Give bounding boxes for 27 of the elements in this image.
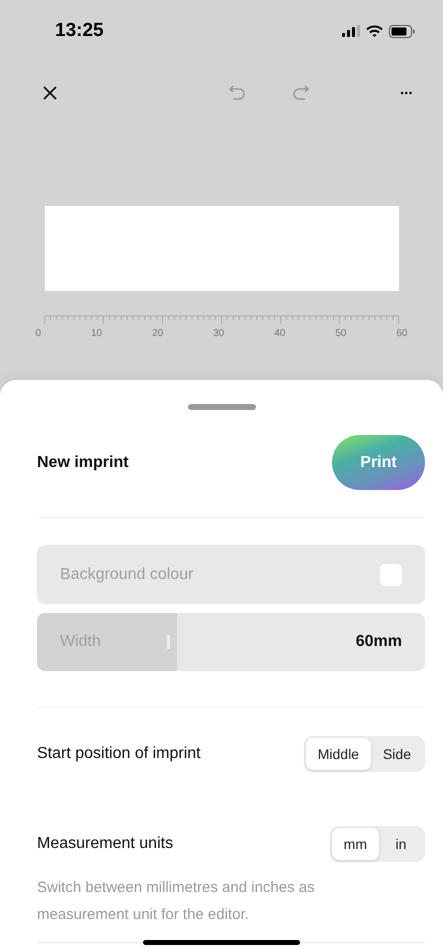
redo-icon[interactable] <box>292 84 310 102</box>
status-time: 13:25 <box>55 20 104 42</box>
segment-option[interactable]: Side <box>370 738 423 770</box>
close-icon[interactable] <box>42 85 58 101</box>
ruler-label: 50 <box>335 328 346 339</box>
ruler-label: 20 <box>152 328 164 339</box>
segment-option[interactable]: in <box>379 828 423 860</box>
setting-description: Switch between millimetres and inches as measurement unit for the editor. <box>37 878 316 925</box>
ruler-label: 0 <box>36 328 42 339</box>
ruler-label: 30 <box>213 328 224 339</box>
wifi-icon <box>366 25 383 37</box>
battery-icon <box>389 24 415 38</box>
more-button[interactable]: ••• <box>400 88 413 98</box>
ruler-label: 40 <box>274 328 286 339</box>
segment-option[interactable]: mm <box>332 828 379 860</box>
row-label: Background colour <box>60 566 194 584</box>
sheet-title: New imprint <box>37 454 129 472</box>
label-preview[interactable] <box>44 206 398 291</box>
slider-value: 60mm <box>356 633 402 651</box>
ruler-label: 10 <box>91 328 102 339</box>
signal-icon <box>342 25 360 37</box>
setting-label: Measurement units <box>37 835 174 853</box>
segment-option[interactable]: Middle <box>306 738 371 770</box>
sheet-handle[interactable] <box>188 404 256 410</box>
setting-label: Start position of imprint <box>37 745 201 763</box>
ruler-label: 60 <box>396 328 408 339</box>
undo-icon[interactable] <box>228 84 246 102</box>
